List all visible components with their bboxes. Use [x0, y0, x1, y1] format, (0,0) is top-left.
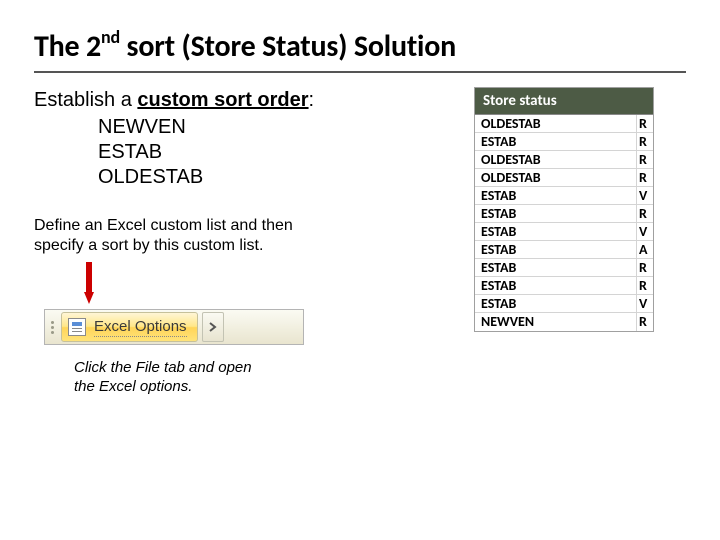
intro-a: Establish a [34, 89, 137, 111]
cell-code: R [637, 259, 653, 276]
table-header: Store status [475, 88, 653, 115]
cell-code: R [637, 277, 653, 294]
intro-b: custom sort order [137, 89, 308, 111]
cell-code: V [637, 295, 653, 312]
cell-status: ESTAB [475, 133, 637, 150]
define-paragraph: Define an Excel custom list and then spe… [34, 216, 334, 256]
cell-status: ESTAB [475, 205, 637, 222]
cell-code: A [637, 241, 653, 258]
cell-code: R [637, 151, 653, 168]
table-row: ESTABR [475, 133, 653, 151]
options-icon [68, 318, 86, 336]
cell-status: OLDESTAB [475, 115, 637, 132]
table-row: OLDESTABR [475, 115, 653, 133]
cell-status: ESTAB [475, 187, 637, 204]
cell-code: R [637, 133, 653, 150]
table-row: ESTABV [475, 187, 653, 205]
table-row: ESTABR [475, 277, 653, 295]
table-row: ESTABR [475, 259, 653, 277]
ribbon-bar: Excel Options [44, 309, 304, 345]
arrow-down-icon [84, 262, 94, 304]
title-post: sort (Store Status) Solution [120, 28, 456, 65]
title-sup: nd [101, 26, 120, 48]
ribbon-expand-button[interactable] [202, 312, 224, 342]
order-item: OLDESTAB [98, 165, 454, 190]
order-item: ESTAB [98, 140, 454, 165]
title-pre: The 2 [34, 28, 101, 65]
ribbon-grip-icon [47, 321, 57, 334]
title-underline [34, 71, 686, 73]
cell-code: R [637, 313, 653, 331]
table-row: ESTABV [475, 223, 653, 241]
cell-status: ESTAB [475, 223, 637, 240]
cell-code: V [637, 187, 653, 204]
cell-code: R [637, 169, 653, 186]
chevron-right-icon [208, 322, 218, 332]
intro-c: : [309, 89, 315, 111]
order-item: NEWVEN [98, 115, 454, 140]
cell-code: R [637, 115, 653, 132]
cell-code: V [637, 223, 653, 240]
excel-options-button[interactable]: Excel Options [61, 312, 198, 342]
intro-paragraph: Establish a custom sort order: [34, 87, 454, 113]
custom-order-list: NEWVEN ESTAB OLDESTAB [98, 115, 454, 190]
caption-text: Click the File tab and open the Excel op… [74, 359, 274, 397]
cell-status: ESTAB [475, 259, 637, 276]
cell-status: ESTAB [475, 241, 637, 258]
store-status-table: Store status OLDESTABRESTABROLDESTABROLD… [474, 87, 654, 332]
cell-status: NEWVEN [475, 313, 637, 331]
cell-status: OLDESTAB [475, 151, 637, 168]
slide-title: The 2nd sort (Store Status) Solution [34, 28, 686, 65]
cell-status: ESTAB [475, 295, 637, 312]
table-row: NEWVENR [475, 313, 653, 331]
cell-status: OLDESTAB [475, 169, 637, 186]
table-row: OLDESTABR [475, 169, 653, 187]
cell-status: ESTAB [475, 277, 637, 294]
table-row: ESTABA [475, 241, 653, 259]
table-row: ESTABV [475, 295, 653, 313]
arrow-down [84, 262, 454, 309]
excel-options-label: Excel Options [94, 318, 187, 337]
table-row: OLDESTABR [475, 151, 653, 169]
table-row: ESTABR [475, 205, 653, 223]
cell-code: R [637, 205, 653, 222]
